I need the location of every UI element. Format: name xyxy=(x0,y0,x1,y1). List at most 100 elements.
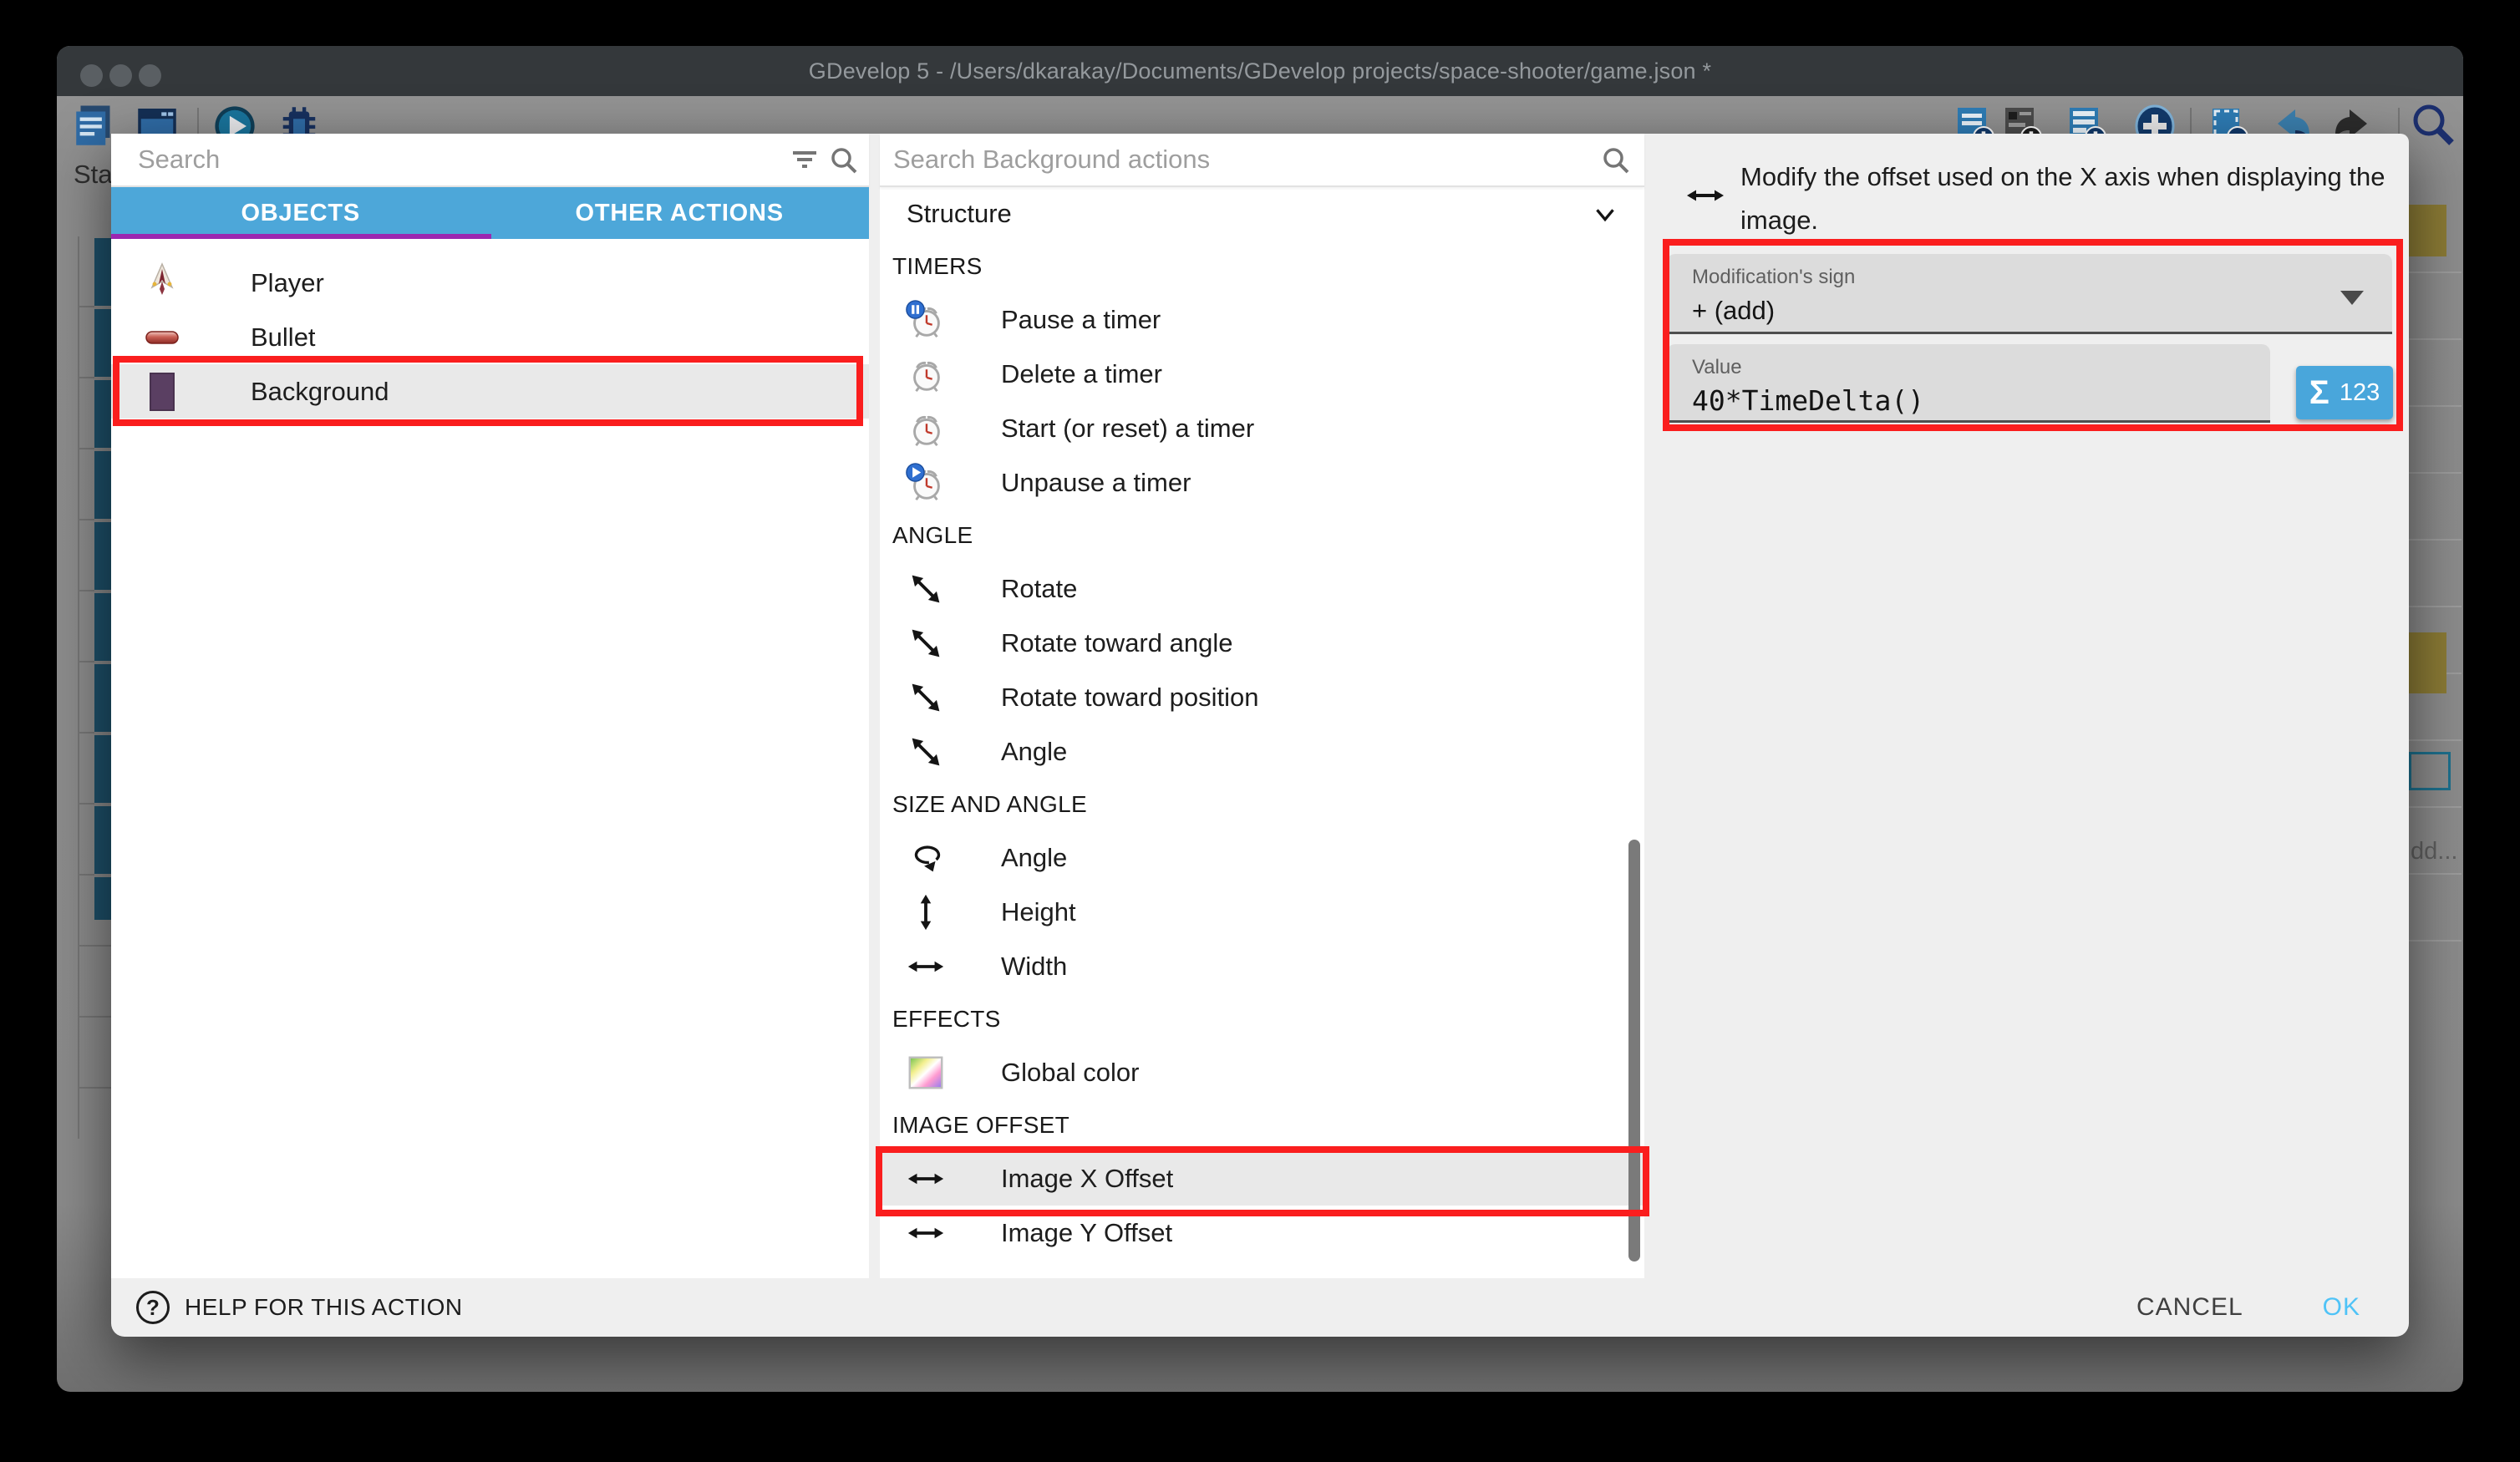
actions-search-input[interactable] xyxy=(880,134,1644,185)
action-group-value: Structure xyxy=(907,199,1012,229)
rotate-diagonal-icon xyxy=(905,568,947,610)
objects-list: Player Bullet Background xyxy=(111,239,869,419)
search-icon[interactable] xyxy=(827,144,861,177)
horizontal-arrow-icon xyxy=(1684,174,1727,217)
action-group-select[interactable]: Structure xyxy=(880,187,1644,241)
help-icon[interactable]: ? xyxy=(136,1291,170,1324)
action-label: Angle xyxy=(1001,843,1067,873)
section-header-timers: TIMERS xyxy=(880,241,1644,292)
actions-panel: Structure TIMERS Pause a timer Delete a ti… xyxy=(880,134,1644,1278)
action-item-rotate-toward-angle[interactable]: Rotate toward angle xyxy=(880,616,1644,670)
action-item-start-or-reset-a-timer[interactable]: Start (or reset) a timer xyxy=(880,401,1644,455)
object-label: Background xyxy=(251,377,389,407)
action-item-angle[interactable]: Angle xyxy=(880,830,1644,885)
rotate-diagonal-icon xyxy=(905,731,947,773)
rotate-diagonal-icon xyxy=(905,677,947,718)
screenshot-stage: GDevelop 5 - /Users/dkarakay/Documents/G… xyxy=(0,0,2520,1462)
horizontal-arrow-icon xyxy=(905,1158,947,1200)
timer-icon xyxy=(905,353,947,395)
timer-icon xyxy=(905,408,947,449)
action-label: Pause a timer xyxy=(1001,305,1161,335)
value-expression-field[interactable]: Value 40*TimeDelta() xyxy=(1667,344,2270,423)
chevron-down-icon xyxy=(1589,199,1621,231)
action-label: Rotate toward position xyxy=(1001,683,1258,713)
sigma-icon: Σ xyxy=(2309,374,2329,412)
player-icon xyxy=(140,261,184,305)
ok-button[interactable]: OK xyxy=(2323,1293,2360,1322)
field-label: Modification's sign xyxy=(1692,266,1855,289)
section-header-size-and-angle: SIZE AND ANGLE xyxy=(880,779,1644,830)
tab-objects[interactable]: OBJECTS xyxy=(111,187,490,239)
window-minimize-button[interactable] xyxy=(109,64,132,87)
object-label: Bullet xyxy=(251,322,316,353)
events-sheet-partial-add-text: dd... xyxy=(2411,838,2457,866)
action-item-rotate[interactable]: Rotate xyxy=(880,561,1644,616)
action-item-angle[interactable]: Angle xyxy=(880,724,1644,779)
object-item-player[interactable]: Player xyxy=(111,256,869,310)
objects-search-input[interactable] xyxy=(111,134,869,185)
objects-search-row xyxy=(111,134,869,187)
actions-list: TIMERS Pause a timer Delete a timer Start (… xyxy=(880,241,1644,1260)
action-label: Width xyxy=(1001,952,1067,982)
events-sheet-partial-text: Sta xyxy=(74,160,113,190)
window-title: GDevelop 5 - /Users/dkarakay/Documents/G… xyxy=(809,58,1711,84)
search-icon[interactable] xyxy=(1599,144,1633,177)
window-maximize-button[interactable] xyxy=(139,64,161,87)
field-value: 40*TimeDelta() xyxy=(1692,384,1924,417)
object-item-background[interactable]: Background xyxy=(111,364,869,419)
events-sheet-condition-column xyxy=(94,238,112,920)
action-label: Global color xyxy=(1001,1058,1139,1088)
color-palette-icon xyxy=(905,1052,947,1094)
expression-editor-button[interactable]: Σ 123 xyxy=(2296,366,2393,419)
action-item-global-color[interactable]: Global color xyxy=(880,1045,1644,1099)
action-label: Rotate toward angle xyxy=(1001,628,1232,658)
object-item-bullet[interactable]: Bullet xyxy=(111,310,869,364)
background-icon xyxy=(140,370,184,414)
action-item-rotate-toward-position[interactable]: Rotate toward position xyxy=(880,670,1644,724)
section-header-angle: ANGLE xyxy=(880,510,1644,561)
dropdown-triangle-icon xyxy=(2340,291,2364,305)
window-close-button[interactable] xyxy=(80,64,103,87)
action-label: Rotate xyxy=(1001,574,1077,604)
action-item-image-x-offset[interactable]: Image X Offset xyxy=(880,1151,1644,1206)
action-item-image-y-offset[interactable]: Image Y Offset xyxy=(880,1206,1644,1260)
action-label: Angle xyxy=(1001,737,1067,767)
field-label: Value xyxy=(1692,356,1742,379)
dialog-footer: ? HELP FOR THIS ACTION CANCEL OK xyxy=(111,1278,2409,1337)
vertical-arrow-icon xyxy=(905,891,947,933)
tab-other-actions[interactable]: OTHER ACTIONS xyxy=(490,187,870,239)
bullet-icon xyxy=(140,316,184,359)
action-label: Start (or reset) a timer xyxy=(1001,414,1254,444)
section-header-effects: EFFECTS xyxy=(880,993,1644,1045)
horizontal-arrow-icon xyxy=(905,946,947,987)
action-label: Image Y Offset xyxy=(1001,1218,1172,1248)
action-label: Delete a timer xyxy=(1001,359,1162,389)
timer-play-icon xyxy=(905,462,947,504)
actions-search-row xyxy=(880,134,1644,187)
field-value: + (add) xyxy=(1692,296,1775,326)
cancel-button[interactable]: CANCEL xyxy=(2136,1293,2243,1322)
object-type-tabbar: OBJECTS OTHER ACTIONS xyxy=(111,187,869,239)
action-item-unpause-a-timer[interactable]: Unpause a timer xyxy=(880,455,1644,510)
object-label: Player xyxy=(251,268,324,298)
action-item-height[interactable]: Height xyxy=(880,885,1644,939)
action-label: Height xyxy=(1001,897,1076,927)
modification-sign-select[interactable]: Modification's sign + (add) xyxy=(1667,254,2392,334)
events-sheet-selected-cell xyxy=(2409,632,2446,693)
help-button[interactable]: HELP FOR THIS ACTION xyxy=(185,1294,463,1321)
objects-panel: OBJECTS OTHER ACTIONS Player Bullet Backgr… xyxy=(111,134,869,1278)
action-item-pause-a-timer[interactable]: Pause a timer xyxy=(880,292,1644,347)
gdevelop-window: GDevelop 5 - /Users/dkarakay/Documents/G… xyxy=(57,46,2463,1392)
action-item-delete-a-timer[interactable]: Delete a timer xyxy=(880,347,1644,401)
filter-icon[interactable] xyxy=(789,144,822,177)
section-header-image-offset: IMAGE OFFSET xyxy=(880,1099,1644,1151)
rotate-diagonal-icon xyxy=(905,622,947,664)
action-label: Image X Offset xyxy=(1001,1164,1173,1194)
action-description: Modify the offset used on the X axis whe… xyxy=(1740,155,2417,242)
events-sheet-highlighted-cell xyxy=(2409,752,2451,790)
search-icon[interactable] xyxy=(2408,99,2458,150)
scrollbar-thumb[interactable] xyxy=(1628,840,1640,1261)
selected-tab-underline xyxy=(111,234,491,239)
action-item-width[interactable]: Width xyxy=(880,939,1644,993)
action-label: Unpause a timer xyxy=(1001,468,1191,498)
